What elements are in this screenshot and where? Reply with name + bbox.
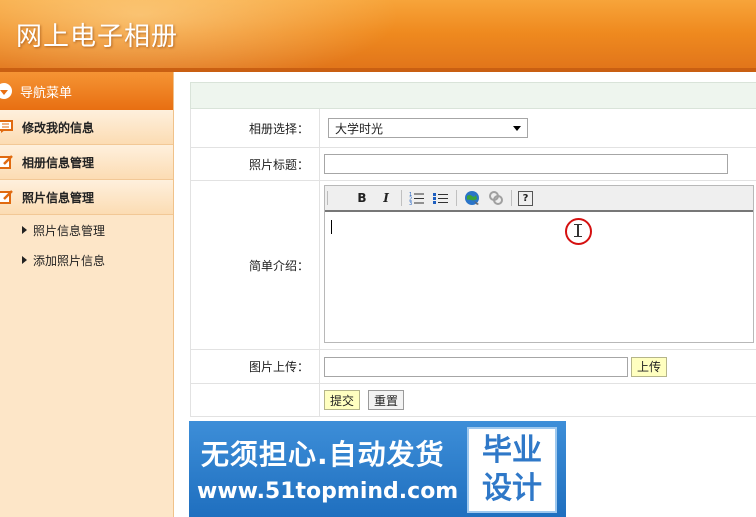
sidebar-item-photo-management[interactable]: 照片信息管理 (0, 180, 173, 215)
note-icon (0, 120, 14, 134)
photo-title-label: 照片标题： (191, 148, 320, 180)
nav-menu-title: 导航菜单 (20, 85, 73, 101)
sidebar-item-label: 照片信息管理 (22, 190, 95, 205)
text-cursor-icon (574, 224, 582, 237)
editor-content-area[interactable] (325, 212, 753, 342)
photo-form: 相册选择： 大学时光 照片标题： 简单介绍： B I 1 2 3 ? 图片上传：… (190, 82, 756, 417)
reset-button[interactable]: 重置 (368, 390, 405, 410)
editor-toolbar: B I 1 2 3 ? (325, 186, 753, 212)
promo-banner[interactable]: 无须担心.自动发货 www.51topmind.com 毕业 设计 (189, 421, 566, 517)
upload-button[interactable]: 上传 (631, 356, 668, 377)
sidebar-item-label: 修改我的信息 (22, 120, 95, 135)
sidebar-subitem-label: 照片信息管理 (33, 223, 106, 238)
sidebar-item-album-management[interactable]: 相册信息管理 (0, 145, 173, 180)
banner-badge-line2: 设计 (482, 471, 542, 506)
photo-title-row: 照片标题： (190, 148, 756, 181)
toolbar-separator (401, 190, 402, 206)
nav-menu-header[interactable]: 导航菜单 (0, 72, 173, 110)
album-select[interactable]: 大学时光 (328, 118, 528, 138)
intro-label: 简单介绍： (191, 181, 320, 349)
toolbar-separator (456, 190, 457, 206)
chevron-down-icon (0, 83, 12, 99)
upload-label: 图片上传： (191, 350, 320, 383)
upload-row: 图片上传： 上传 (190, 350, 756, 384)
caret-right-icon (22, 256, 27, 264)
submit-button[interactable]: 提交 (324, 390, 361, 410)
banner-badge: 毕业 设计 (467, 427, 557, 513)
ordered-list-icon[interactable]: 1 2 3 (408, 189, 426, 207)
album-select-row: 相册选择： 大学时光 (190, 109, 756, 148)
toolbar-grip (327, 191, 334, 205)
globe-link-icon[interactable] (463, 189, 481, 207)
chevron-down-icon (513, 125, 521, 131)
actions-row: 提交 重置 (190, 384, 756, 417)
edit-icon (0, 155, 14, 169)
sidebar-subitem-add-photo[interactable]: 添加照片信息 (0, 245, 173, 275)
bold-button[interactable]: B (353, 189, 371, 207)
unlink-icon[interactable] (487, 189, 505, 207)
photo-title-input[interactable] (324, 154, 728, 174)
help-button[interactable]: ? (518, 190, 533, 206)
sidebar-subitem-label: 添加照片信息 (33, 253, 106, 268)
app-title: 网上电子相册 (16, 22, 179, 52)
svg-text:3: 3 (409, 201, 412, 205)
actions-label-spacer (191, 384, 320, 416)
sidebar-subitem-photo-management[interactable]: 照片信息管理 (0, 215, 173, 245)
intro-row: 简单介绍： B I 1 2 3 ? (190, 181, 756, 350)
edit-icon (0, 190, 14, 204)
banner-badge-line1: 毕业 (482, 433, 542, 468)
caret-right-icon (22, 226, 27, 234)
form-top-bar (190, 82, 756, 109)
upload-path-input[interactable] (324, 356, 628, 377)
toolbar-separator (511, 190, 512, 206)
text-caret (331, 220, 332, 234)
banner-slogan: 无须担心.自动发货 (201, 438, 445, 471)
app-header: 网上电子相册 (0, 0, 756, 72)
sidebar-item-label: 相册信息管理 (22, 155, 95, 170)
album-label: 相册选择： (191, 109, 320, 147)
sidebar: 导航菜单 修改我的信息 相册信息管理 照片信息管理 照片信息管理 添加照片信息 (0, 72, 174, 517)
unordered-list-icon[interactable] (432, 189, 450, 207)
rich-text-editor: B I 1 2 3 ? (324, 185, 754, 343)
album-select-value: 大学时光 (335, 121, 384, 136)
sidebar-item-my-info[interactable]: 修改我的信息 (0, 110, 173, 145)
banner-url: www.51topmind.com (197, 479, 459, 504)
italic-button[interactable]: I (377, 189, 395, 207)
